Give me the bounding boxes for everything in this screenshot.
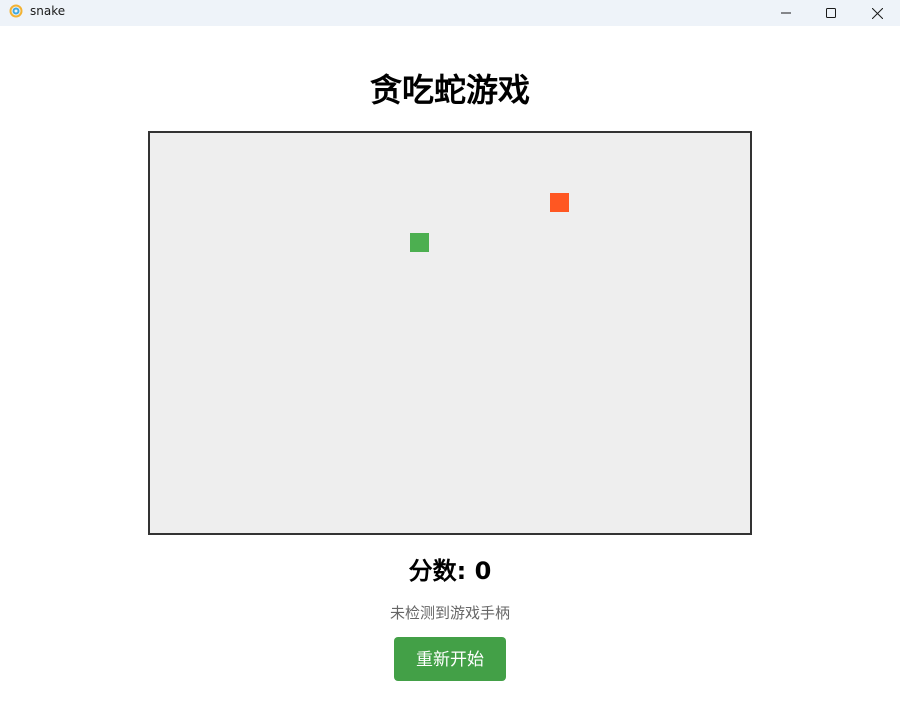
maximize-icon: [826, 8, 836, 18]
gamepad-status: 未检测到游戏手柄: [389, 604, 510, 622]
maximize-button[interactable]: [808, 0, 854, 26]
food: [550, 193, 569, 212]
close-icon: [871, 7, 883, 19]
app-window: snake 贪吃蛇游戏 分数: 0 未检测到游戏手柄 重新开始: [0, 0, 900, 726]
score-display: 分数: 0: [408, 557, 492, 585]
page-title: 贪吃蛇游戏: [369, 71, 530, 109]
restart-button[interactable]: 重新开始: [394, 637, 506, 681]
game-board[interactable]: [148, 131, 752, 535]
snake-head: [410, 233, 429, 252]
window-title: snake: [30, 4, 66, 18]
app-logo-icon: [9, 4, 23, 18]
minimize-icon: [781, 12, 791, 14]
title-bar: snake: [0, 0, 900, 26]
minimize-button[interactable]: [763, 0, 809, 26]
close-button[interactable]: [854, 0, 900, 26]
